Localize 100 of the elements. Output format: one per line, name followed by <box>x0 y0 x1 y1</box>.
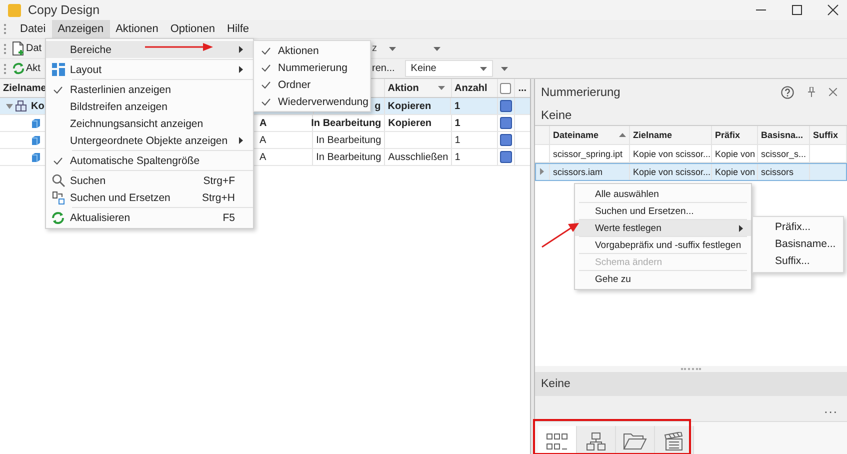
toolbar-button[interactable]: Akt <box>25 63 42 74</box>
maximize-icon[interactable] <box>791 4 803 16</box>
menu-item[interactable]: Ordner <box>254 76 370 93</box>
folder-icon[interactable] <box>623 432 647 450</box>
table-cell: A <box>259 152 266 162</box>
caret-icon[interactable] <box>438 86 445 90</box>
column-header[interactable]: Dateiname <box>553 130 619 140</box>
menu-item[interactable]: Wiederverwendung <box>254 93 370 110</box>
status-indicator <box>500 134 512 146</box>
check-icon <box>53 86 63 94</box>
column-header[interactable]: Anzahl <box>452 79 498 97</box>
table-cell: Kopieren <box>388 100 432 112</box>
menu-item[interactable]: Werte festlegen <box>575 220 751 236</box>
toolbar-button[interactable]: ren... <box>368 63 399 74</box>
cube-icon <box>32 152 40 162</box>
table-cell: scissors.iam <box>553 166 603 176</box>
cube-icon <box>32 118 40 128</box>
dropdown[interactable]: Keine <box>404 60 493 77</box>
table-cell: scissor_spring.ipt <box>553 148 623 158</box>
menu-item[interactable]: Datei <box>14 20 52 38</box>
table-cell: In Bearbeitung <box>311 118 382 128</box>
menu-item[interactable]: Rasterlinien anzeigen <box>46 81 253 98</box>
menu-item[interactable]: Vorgabepräfix und -suffix festlegen <box>575 237 751 253</box>
caret-icon[interactable] <box>6 102 13 110</box>
status-indicator <box>500 117 512 129</box>
refresh-icon <box>51 210 65 224</box>
table-cell: 1 <box>454 100 460 112</box>
pin-icon[interactable] <box>808 87 815 97</box>
submenu-arrow-icon <box>239 137 243 144</box>
menu-item[interactable]: Hilfe <box>221 20 256 38</box>
refresh-icon[interactable] <box>12 62 25 75</box>
section-title: Keine <box>535 372 847 396</box>
new-file-icon[interactable] <box>12 41 25 56</box>
annotation-arrow <box>541 222 579 248</box>
menu-item[interactable]: Alle auswählen <box>575 186 751 202</box>
menu-item[interactable]: Suchen und Ersetzen... <box>575 203 751 219</box>
table-cell: scissors <box>761 166 794 176</box>
dropdown[interactable]: z <box>368 43 381 54</box>
menu-item[interactable]: Bildstreifen anzeigen <box>46 98 253 115</box>
annotation-arrow <box>145 43 213 51</box>
menu-item[interactable]: Bereiche <box>46 41 253 58</box>
current-row-icon <box>540 168 544 175</box>
scheme-label: Keine <box>540 107 573 124</box>
grid-icon[interactable] <box>546 432 568 450</box>
status-indicator <box>500 151 512 163</box>
status-indicator <box>500 100 512 112</box>
menu-item[interactable]: Aktionen <box>110 20 164 38</box>
column-header[interactable]: ... <box>515 79 530 97</box>
column-header[interactable]: Zielname <box>633 130 708 140</box>
menu-item[interactable]: Automatische Spaltengröße <box>46 152 253 169</box>
menu-item[interactable]: Präfix... <box>753 219 843 236</box>
table-cell: Kopie von <box>715 166 756 176</box>
submenu-arrow-icon <box>239 66 243 73</box>
menu-item[interactable]: Suchen und Ersetzen Strg+H <box>46 189 253 206</box>
clapperboard-icon[interactable] <box>664 432 684 450</box>
menu-item[interactable]: Aktualisieren F5 <box>46 209 253 226</box>
menu-item[interactable]: Suchen Strg+F <box>46 172 253 189</box>
panel-tab[interactable] <box>538 426 577 454</box>
search-icon <box>52 174 64 187</box>
menu-item[interactable]: Untergeordnete Objekte anzeigen <box>46 132 253 149</box>
column-header[interactable]: Präfix <box>715 130 754 140</box>
caret-icon[interactable] <box>500 66 508 70</box>
menu-item[interactable]: Basisname... <box>753 236 843 253</box>
hierarchy-icon[interactable] <box>586 432 606 450</box>
table-cell: 1 <box>454 152 460 162</box>
help-icon[interactable] <box>781 86 794 98</box>
checkbox[interactable] <box>500 82 512 94</box>
sort-icon[interactable] <box>619 133 626 137</box>
splitter-handle[interactable] <box>681 368 701 370</box>
table-cell: A <box>259 118 267 128</box>
panel-tab[interactable] <box>655 426 694 454</box>
panel-tab[interactable] <box>616 426 655 454</box>
replace-icon <box>52 190 64 204</box>
menu-item[interactable]: Layout <box>46 61 253 78</box>
panel-tab[interactable] <box>577 426 616 454</box>
layout-icon <box>52 63 64 76</box>
column-header[interactable]: Aktion <box>388 82 438 94</box>
toolbar-button[interactable]: Dat <box>25 43 43 54</box>
close-icon[interactable] <box>827 4 839 16</box>
more-button[interactable]: ... <box>821 401 841 416</box>
table-cell: Kopie von scissor... <box>633 166 711 176</box>
menu-item[interactable]: Suffix... <box>753 253 843 270</box>
table-cell: In Bearbeitung <box>316 134 382 146</box>
menu-item[interactable]: Gehe zu <box>575 271 751 287</box>
check-icon <box>53 156 63 164</box>
menu-item[interactable]: Optionen <box>164 20 222 38</box>
menu-item[interactable]: Nummerierung <box>254 59 370 76</box>
table-cell: In Bearbeitung <box>316 152 382 162</box>
column-header[interactable]: Basisna... <box>761 130 806 140</box>
table-cell: A <box>259 134 266 146</box>
menu-item[interactable]: Zeichnungsansicht anzeigen <box>46 115 253 132</box>
menu-item[interactable]: Aktionen <box>254 42 370 59</box>
menu-item[interactable]: Anzeigen <box>52 20 110 38</box>
table-cell: 1 <box>454 134 460 146</box>
column-header[interactable]: Suffix <box>813 130 843 140</box>
table-cell: Kopie von <box>715 148 756 158</box>
table-cell: 1 <box>454 118 460 128</box>
submenu-arrow-icon <box>739 224 743 232</box>
caret-icon[interactable] <box>389 46 396 50</box>
caret-icon[interactable] <box>480 66 487 70</box>
